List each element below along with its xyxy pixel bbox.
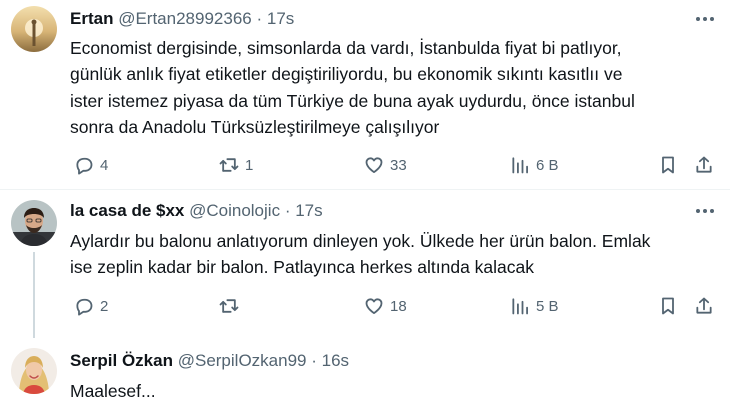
retweet-button[interactable]: [219, 295, 245, 317]
author-handle[interactable]: @Coinolojic: [189, 201, 280, 220]
thread-line: [33, 252, 35, 338]
author-name[interactable]: la casa de $xx: [70, 201, 184, 220]
separator-dot: ·: [256, 9, 263, 28]
reply-button[interactable]: 4: [74, 154, 108, 176]
avatar-image: [11, 348, 57, 394]
reply-count: 2: [100, 297, 109, 315]
tweet-text-line: Maalesef...: [70, 381, 156, 401]
view-count: 6 B: [536, 156, 559, 174]
more-icon[interactable]: [694, 207, 716, 215]
tweet-text-line: ister istemez piyasa da tüm Türkiye de b…: [70, 90, 635, 111]
bookmark-button[interactable]: [658, 154, 678, 176]
tweet-text-line: sonra da Anadolu Türksüzleştirilmeye çal…: [70, 117, 440, 138]
separator-dot: ·: [284, 201, 291, 220]
reply-count: 4: [100, 156, 109, 174]
avatar-image: [11, 6, 57, 52]
views-button[interactable]: 5 B: [510, 295, 559, 317]
share-icon: [694, 296, 714, 316]
reply-button[interactable]: 2: [74, 295, 108, 317]
more-icon[interactable]: [694, 15, 716, 23]
share-button[interactable]: [694, 295, 714, 317]
avatar[interactable]: [11, 200, 57, 246]
tweet-text: Aylardır bu balonu anlatıyorum dinleyen …: [70, 228, 700, 281]
views-icon: [510, 155, 530, 175]
reply-icon: [74, 296, 94, 316]
retweet-count: 1: [245, 156, 254, 174]
tweet-1[interactable]: Ertan @Ertan28992366 · 17s Economist der…: [0, 0, 730, 190]
author-handle[interactable]: @Ertan28992366: [118, 9, 252, 28]
timestamp[interactable]: 16s: [322, 351, 349, 370]
tweet-text: Economist dergisinde, simsonlarda da var…: [70, 35, 700, 141]
timestamp[interactable]: 17s: [267, 9, 294, 28]
tweet-header: Serpil Özkan @SerpilOzkan99 · 16s: [70, 351, 349, 371]
views-button[interactable]: 6 B: [510, 154, 559, 176]
tweet-3[interactable]: Serpil Özkan @SerpilOzkan99 · 16s Maales…: [0, 337, 730, 420]
retweet-button[interactable]: 1: [219, 154, 253, 176]
views-icon: [510, 296, 530, 316]
tweet-text-line: günlük anlık fiyat etiketler degiştirili…: [70, 64, 623, 85]
heart-icon: [364, 155, 384, 175]
like-button[interactable]: 33: [364, 154, 407, 176]
avatar-image: [11, 200, 57, 246]
tweet-text-line: Economist dergisinde, simsonlarda da var…: [70, 38, 622, 58]
action-bar: 4 1 33 6 B: [70, 154, 720, 176]
avatar[interactable]: [11, 6, 57, 52]
view-count: 5 B: [536, 297, 559, 315]
tweet-text: Maalesef...: [70, 378, 700, 404]
tweet-2[interactable]: la casa de $xx @Coinolojic · 17s Aylardı…: [0, 190, 730, 338]
bookmark-icon: [658, 155, 678, 175]
separator-dot: ·: [311, 351, 317, 370]
timestamp[interactable]: 17s: [295, 201, 322, 220]
share-icon: [694, 155, 714, 175]
bookmark-button[interactable]: [658, 295, 678, 317]
tweet-header: Ertan @Ertan28992366 · 17s: [70, 9, 294, 29]
like-count: 33: [390, 156, 407, 174]
author-handle[interactable]: @SerpilOzkan99: [178, 351, 307, 370]
action-bar: 2 18 5 B: [70, 295, 720, 317]
retweet-icon: [219, 296, 239, 316]
tweet-text-line: Aylardır bu balonu anlatıyorum dinleyen …: [70, 231, 651, 251]
tweet-header: la casa de $xx @Coinolojic · 17s: [70, 201, 323, 221]
author-name[interactable]: Serpil Özkan: [70, 351, 173, 370]
bookmark-icon: [658, 296, 678, 316]
share-button[interactable]: [694, 154, 714, 176]
tweet-text-line: ise zeplin kadar bir balon. Patlayınca h…: [70, 257, 535, 278]
retweet-icon: [219, 155, 239, 175]
author-name[interactable]: Ertan: [70, 9, 113, 28]
heart-icon: [364, 296, 384, 316]
like-count: 18: [390, 297, 407, 315]
reply-icon: [74, 155, 94, 175]
avatar[interactable]: [11, 348, 57, 394]
like-button[interactable]: 18: [364, 295, 407, 317]
